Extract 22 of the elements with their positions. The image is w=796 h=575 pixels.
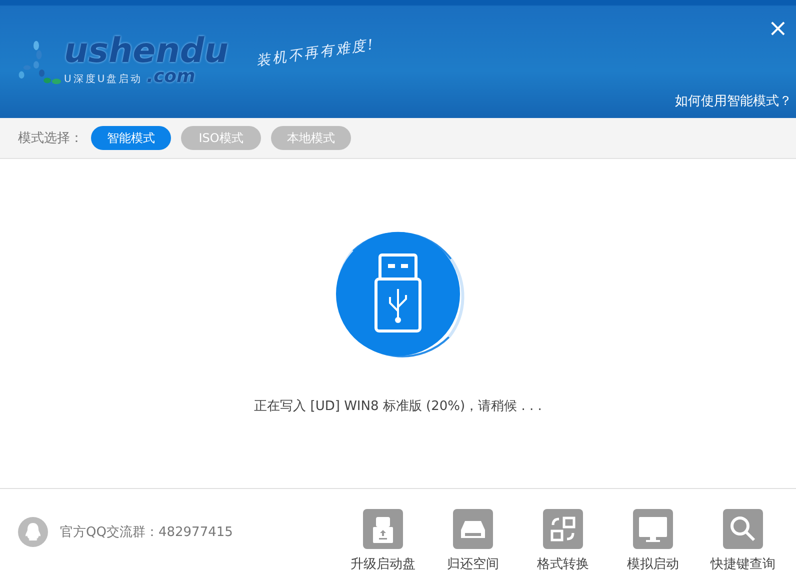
- close-button[interactable]: ×: [766, 16, 790, 40]
- help-link[interactable]: 如何使用智能模式？: [675, 92, 792, 110]
- convert-icon: [543, 509, 583, 549]
- tool-button[interactable]: 快捷键查询: [700, 509, 786, 573]
- monitor-icon: [633, 509, 673, 549]
- tool-button[interactable]: 格式转换: [520, 509, 606, 573]
- tool-button[interactable]: 模拟启动: [610, 509, 696, 573]
- penguin-icon: [18, 517, 48, 547]
- logo-tagline: U深度U盘启动: [64, 72, 143, 86]
- slogan-text: 装机不再有难度!: [256, 36, 377, 70]
- logo-wordmark: ushendu: [64, 34, 228, 68]
- mode-tab[interactable]: 智能模式: [91, 126, 171, 150]
- logo-domain: .com: [146, 68, 196, 86]
- tool-button[interactable]: 升级启动盘: [340, 509, 426, 573]
- mode-label: 模式选择：: [18, 130, 83, 147]
- usb-upload-icon: [363, 509, 403, 549]
- drive-icon: [453, 509, 493, 549]
- logo-figure-icon: [16, 40, 62, 86]
- progress-status: 正在写入 [UD] WIN8 标准版 (20%)，请稍候 . . .: [254, 398, 542, 415]
- tool-button[interactable]: 归还空间: [430, 509, 516, 573]
- search-icon: [723, 509, 763, 549]
- qq-group-text: 官方QQ交流群：482977415: [60, 524, 233, 541]
